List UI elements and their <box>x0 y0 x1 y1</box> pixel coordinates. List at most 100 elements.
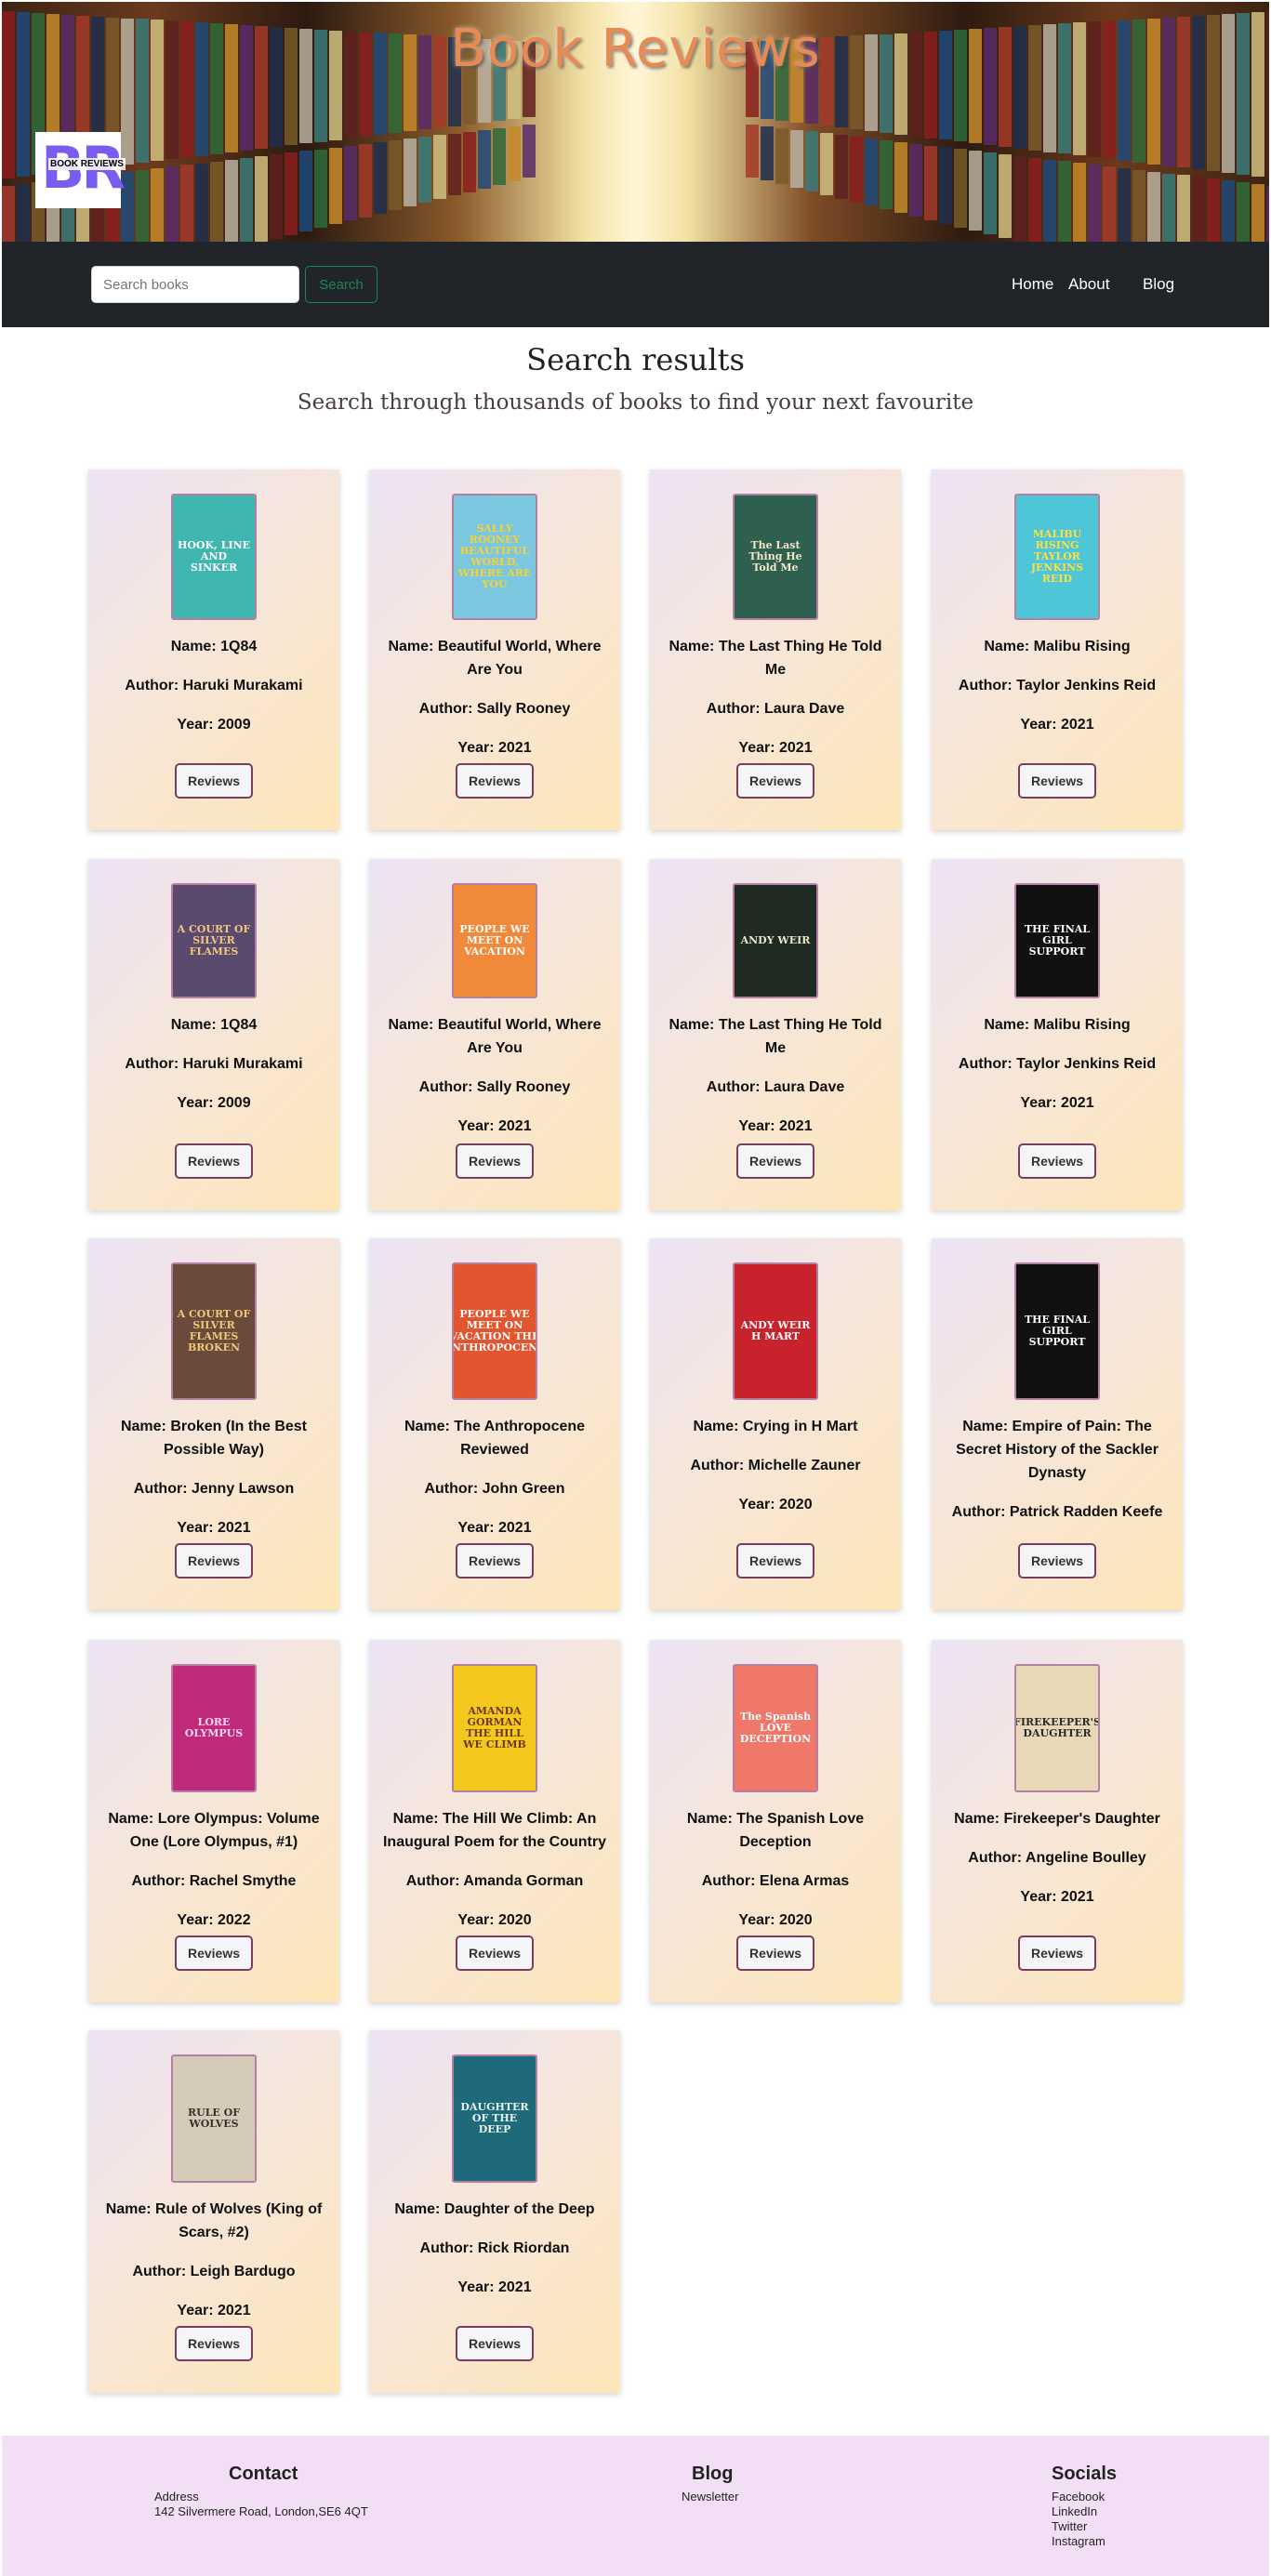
reviews-button[interactable]: Reviews <box>1018 763 1096 799</box>
nav-home-link[interactable]: Home <box>1012 264 1053 305</box>
book-spine <box>1192 177 1205 242</box>
reviews-button[interactable]: Reviews <box>456 1143 534 1179</box>
book-spine <box>1162 173 1175 242</box>
site-logo[interactable]: BR BOOK REVIEWS <box>35 132 126 208</box>
footer-linkedin-link[interactable]: LinkedIn <box>1052 2504 1097 2519</box>
book-author: Author: Amanda Gorman <box>405 1873 584 1889</box>
footer-twitter-link[interactable]: Twitter <box>1052 2519 1087 2534</box>
book-card: ANDY WEIR Name: The Last Thing He Told Me… <box>650 859 901 1210</box>
book-year: Year: 2021 <box>1020 1889 1094 1905</box>
footer-address: 142 Silvermere Road, London,SE6 4QT <box>154 2504 368 2518</box>
book-author: Author: Haruki Murakami <box>125 1056 303 1072</box>
book-cover-image: A COURT OF SILVER FLAMES <box>171 883 257 998</box>
book-spine <box>418 137 431 204</box>
reviews-button[interactable]: Reviews <box>456 1543 534 1579</box>
book-cover-text: THE FINAL GIRL SUPPORT <box>1016 1264 1098 1398</box>
book-year: Year: 2020 <box>738 1912 813 1928</box>
book-cover-text: HOOK, LINE AND SINKER <box>173 495 255 618</box>
book-spine <box>344 145 357 221</box>
reviews-button[interactable]: Reviews <box>456 763 534 799</box>
book-card: AMANDA GORMAN THE HILL WE CLIMB Name: The… <box>369 1640 620 2002</box>
book-cover-image: PEOPLE WE MEET ON VACATION THE ANTHROPOC… <box>452 1262 537 1400</box>
book-author: Author: Laura Dave <box>706 1079 845 1095</box>
page-title: Search results <box>526 342 745 377</box>
footer-blog-title: Blog <box>692 2464 734 2484</box>
reviews-button[interactable]: Reviews <box>1018 1543 1096 1579</box>
book-spine <box>1251 183 1264 242</box>
book-cover-image: LORE OLYMPUS <box>171 1664 257 1792</box>
book-name: Name: Broken (In the Best Possible Way) <box>120 1419 308 1458</box>
book-cover-image: THE FINAL GIRL SUPPORT <box>1014 883 1100 998</box>
book-spine <box>1073 163 1086 242</box>
page-subtitle: Search through thousands of books to fin… <box>297 390 974 415</box>
search-button[interactable]: Search <box>305 266 377 303</box>
book-author: Author: Rick Riordan <box>419 2240 570 2256</box>
book-spine <box>329 147 342 225</box>
nav-about-link[interactable]: About <box>1068 264 1109 305</box>
book-cover-image: A COURT OF SILVER FLAMES BROKEN <box>171 1262 257 1400</box>
book-spine <box>984 152 997 235</box>
footer-facebook-link[interactable]: Facebook <box>1052 2490 1105 2504</box>
book-spine <box>463 131 476 192</box>
nav-blog-link[interactable]: Blog <box>1143 264 1174 305</box>
book-year: Year: 2021 <box>457 1520 532 1536</box>
reviews-button[interactable]: Reviews <box>175 2326 253 2361</box>
book-card: DAUGHTER OF THE DEEP Name: Daughter of th… <box>369 2030 620 2393</box>
book-spine <box>240 157 253 242</box>
book-name: Name: Empire of Pain: The Secret History… <box>956 1419 1158 1481</box>
book-spine <box>969 151 982 231</box>
book-name: Name: The Hill We Climb: An Inaugural Po… <box>382 1811 606 1850</box>
book-spine <box>1028 157 1041 242</box>
reviews-button[interactable]: Reviews <box>175 1543 253 1579</box>
book-spine <box>909 143 922 218</box>
book-cover-image: MALIBU RISING TAYLOR JENKINS REID <box>1014 494 1100 620</box>
reviews-button[interactable]: Reviews <box>175 763 253 799</box>
book-spine <box>761 125 774 181</box>
book-name: Name: Rule of Wolves (King of Scars, #2) <box>105 2201 323 2240</box>
book-card: THE FINAL GIRL SUPPORT Name: Empire of Pa… <box>932 1238 1183 1610</box>
book-spine <box>523 125 536 178</box>
book-cover-image: The Last Thing He Told Me <box>733 494 818 620</box>
book-author: Author: Taylor Jenkins Reid <box>958 1056 1157 1072</box>
book-cover-text: THE FINAL GIRL SUPPORT <box>1016 885 1098 997</box>
reviews-button[interactable]: Reviews <box>456 2326 534 2361</box>
book-card: PEOPLE WE MEET ON VACATION THE ANTHROPOC… <box>369 1238 620 1610</box>
footer-newsletter-link[interactable]: Newsletter <box>682 2490 738 2504</box>
book-spine <box>121 171 134 242</box>
book-year: Year: 2022 <box>177 1912 251 1928</box>
book-card: A COURT OF SILVER FLAMES BROKEN Name: Bro… <box>88 1238 339 1610</box>
reviews-button[interactable]: Reviews <box>175 1935 253 1971</box>
book-cover-text: ANDY WEIR <box>735 885 816 997</box>
book-spine <box>1088 165 1101 242</box>
navbar: Search Home About Blog <box>2 242 1269 327</box>
book-cover-image: SALLY ROONEY BEAUTIFUL WORLD, WHERE ARE … <box>452 494 537 620</box>
logo-text: BOOK REVIEWS <box>48 158 126 170</box>
book-cover-text: RULE OF WOLVES <box>173 2056 255 2181</box>
book-author: Author: Jenny Lawson <box>133 1481 295 1497</box>
book-year: Year: 2021 <box>177 2303 251 2318</box>
reviews-button[interactable]: Reviews <box>736 1143 814 1179</box>
book-year: Year: 2009 <box>177 1095 251 1111</box>
book-spine <box>1266 185 1269 242</box>
reviews-button[interactable]: Reviews <box>1018 1935 1096 1971</box>
book-card: ANDY WEIR H MART Name: Crying in H Mart Au… <box>650 1238 901 1610</box>
book-cover-text: A COURT OF SILVER FLAMES <box>173 885 255 997</box>
reviews-button[interactable]: Reviews <box>736 763 814 799</box>
reviews-button[interactable]: Reviews <box>175 1143 253 1179</box>
footer-instagram-link[interactable]: Instagram <box>1052 2534 1106 2549</box>
book-card: LORE OLYMPUS Name: Lore Olympus: Volume O… <box>88 1640 339 2002</box>
reviews-button[interactable]: Reviews <box>736 1935 814 1971</box>
book-spine <box>210 161 223 242</box>
search-input[interactable] <box>91 266 299 303</box>
book-spine <box>1237 182 1250 242</box>
book-author: Author: Sally Rooney <box>418 1079 571 1095</box>
book-author: Author: Haruki Murakami <box>125 678 303 694</box>
reviews-button[interactable]: Reviews <box>736 1543 814 1579</box>
reviews-button[interactable]: Reviews <box>456 1935 534 1971</box>
reviews-button[interactable]: Reviews <box>1018 1143 1096 1179</box>
book-cover-text: PEOPLE WE MEET ON VACATION <box>454 885 536 997</box>
book-spine <box>493 127 506 185</box>
book-spine <box>508 126 521 181</box>
book-spine <box>835 135 848 199</box>
book-card: The Spanish LOVE DECEPTION Name: The Span… <box>650 1640 901 2002</box>
